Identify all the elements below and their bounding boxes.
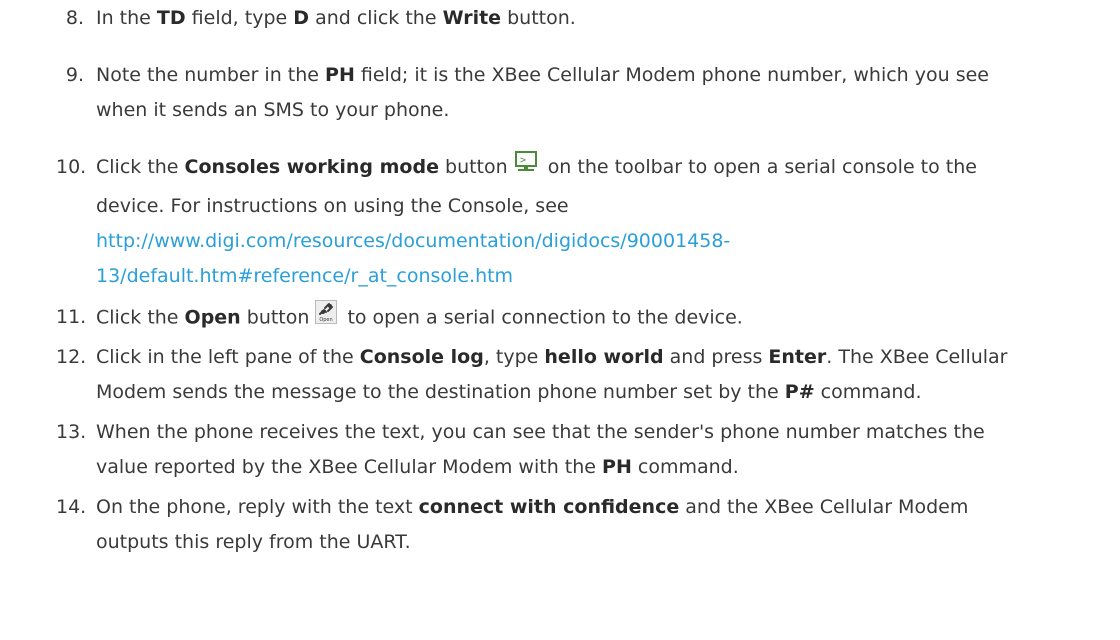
step-text-line: device. For instructions on using the Co… [96, 195, 569, 217]
documentation-link[interactable]: 13/default.htm#reference/r_at_console.ht… [96, 265, 513, 287]
step-text-line: When the phone receives the text, you ca… [96, 421, 985, 443]
step-text-line: value reported by the XBee Cellular Mode… [96, 456, 739, 478]
step-text-line: 13/default.htm#reference/r_at_console.ht… [96, 259, 513, 294]
step-text-line: Click in the left pane of the Console lo… [96, 346, 1008, 368]
step-number: 8. [65, 7, 84, 29]
ui-term: PH [325, 64, 355, 86]
ui-term: P# [784, 381, 815, 403]
step-text-line: http://www.digi.com/resources/documentat… [96, 224, 730, 259]
step-text-line: Modem sends the message to the destinati… [96, 381, 922, 403]
svg-text:Open: Open [320, 317, 333, 323]
ui-term: Open [184, 306, 241, 329]
ui-term: Enter [768, 346, 827, 368]
svg-text:>: > [520, 155, 526, 166]
step-text-line: outputs this reply from the UART. [96, 531, 411, 553]
open-connection-icon: Open [315, 300, 338, 336]
step-number: 10. [56, 156, 87, 178]
ui-term: TD [156, 7, 186, 29]
step-number: 12. [56, 346, 87, 368]
ui-term: hello world [544, 346, 664, 368]
step-number: 11. [56, 306, 87, 328]
step-number: 13. [56, 421, 87, 443]
ui-term: Write [442, 7, 502, 29]
step-text-line: On the phone, reply with the text connec… [96, 496, 969, 518]
step-text-line: when it sends an SMS to your phone. [96, 99, 450, 121]
ui-term: connect with confidence [418, 496, 680, 518]
step-text-line: Click the Open button Open to open a seria… [96, 300, 743, 336]
document-page: 8. In the TD field, type D and click the … [0, 0, 1120, 640]
ui-term: Consoles working mode [184, 156, 439, 178]
consoles-working-mode-icon: > [514, 150, 538, 185]
ui-term: PH [602, 456, 632, 478]
step-number: 14. [56, 496, 87, 518]
step-text-line: In the TD field, type D and click the Wr… [96, 7, 576, 29]
step-number: 9. [65, 64, 84, 86]
documentation-link[interactable]: http://www.digi.com/resources/documentat… [96, 230, 730, 252]
ui-term: Console log [359, 346, 484, 368]
ui-term: D [293, 7, 310, 29]
step-text-line: Click the Consoles working mode button > o… [96, 150, 977, 185]
step-text-line: Note the number in the PH field; it is t… [96, 64, 989, 86]
